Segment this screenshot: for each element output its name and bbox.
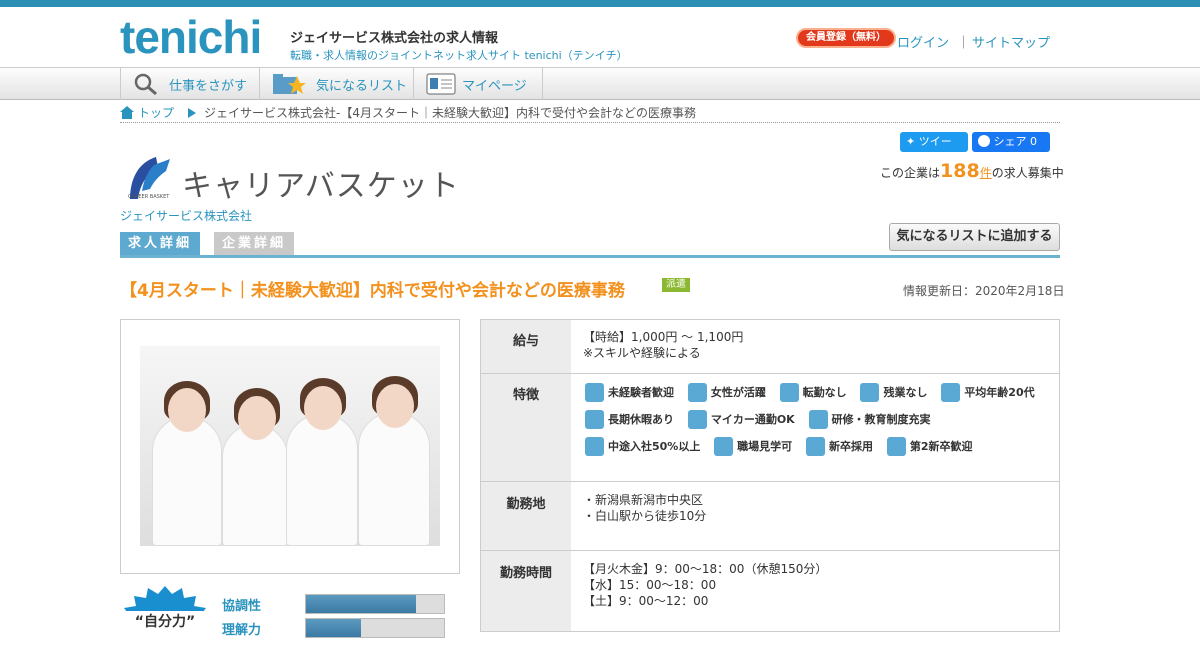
gauge-label-cooperation: 協調性 bbox=[222, 599, 262, 614]
breadcrumb-home-link[interactable]: トップ bbox=[138, 104, 174, 121]
nav-search[interactable]: 仕事をさがす bbox=[120, 68, 258, 100]
nav-mypage-label: マイページ bbox=[462, 78, 527, 94]
woman-icon bbox=[687, 383, 707, 402]
employment-type-badge: 派遣 bbox=[662, 278, 690, 292]
company-name[interactable]: ジェイサービス株式会社 bbox=[120, 207, 252, 224]
home-icon bbox=[120, 106, 134, 119]
tour-icon bbox=[714, 437, 734, 456]
nav-favorites[interactable]: 気になるリスト bbox=[259, 68, 412, 100]
job-photo-frame bbox=[120, 319, 460, 574]
site-logo[interactable]: tenichi bbox=[120, 13, 262, 61]
job-title: 【4月スタート｜未経験大歓迎】内科で受付や会計などの医療事務 bbox=[120, 281, 625, 301]
hours-line: 【水】15：00～18：00 bbox=[583, 578, 717, 592]
hours-label: 勤務時間 bbox=[481, 551, 571, 631]
gauge-label-understanding: 理解力 bbox=[222, 623, 262, 638]
beginner-icon bbox=[585, 383, 604, 402]
count-prefix: この企業は bbox=[880, 166, 941, 180]
feature-item: 研修・教育制度充実 bbox=[808, 410, 931, 429]
nav-search-label: 仕事をさがす bbox=[169, 78, 248, 94]
breadcrumb-current: ジェイサービス株式会社-【4月スタート｜未経験大歓迎】内科で受付や会計などの医療… bbox=[204, 106, 696, 120]
site-header: tenichi ジェイサービス株式会社の求人情報 転職・求人情報のジョイントネッ… bbox=[0, 7, 1200, 67]
main-nav: 仕事をさがす 気になるリスト マイページ bbox=[0, 67, 1200, 100]
nav-favorites-label: 気になるリスト bbox=[316, 78, 408, 94]
features-label: 特徴 bbox=[481, 374, 571, 481]
salary-value: 【時給】1,000円 ～ 1,100円 ※スキルや経験による bbox=[571, 320, 1059, 373]
self-power-badge: “自分力” bbox=[120, 586, 210, 646]
salary-label: 給与 bbox=[481, 320, 571, 373]
tweet-button[interactable]: ✦ ツイート bbox=[900, 132, 968, 168]
facebook-share-label: シェア 0 bbox=[993, 135, 1038, 148]
company-job-count: この企業は188件の求人募集中 bbox=[880, 160, 1064, 182]
job-photo bbox=[140, 346, 440, 546]
job-info-table: 給与 【時給】1,000円 ～ 1,100円 ※スキルや経験による 特徴 未経験… bbox=[480, 319, 1060, 632]
no-overtime-icon bbox=[860, 383, 880, 402]
gauge-cooperation bbox=[305, 594, 445, 614]
hours-row: 勤務時間 【月火木金】9：00～18：00（休憩150分） 【水】15：00～1… bbox=[481, 551, 1059, 631]
magnifier-icon bbox=[133, 72, 159, 96]
feature-item: 職場見学可 bbox=[714, 437, 792, 456]
breadcrumb-arrow-icon bbox=[188, 107, 197, 118]
facebook-share-button[interactable]: シェア 0 bbox=[972, 132, 1050, 152]
hours-line: 【土】9：00～12：00 bbox=[583, 594, 709, 608]
feature-item: 転勤なし bbox=[779, 383, 847, 402]
gauge-fill bbox=[306, 595, 417, 613]
salary-line: 【時給】1,000円 ～ 1,100円 bbox=[583, 330, 744, 344]
vacation-icon bbox=[585, 410, 604, 429]
location-line: ・新潟県新潟市中央区 bbox=[583, 493, 704, 507]
features-row: 特徴 未経験者歓迎 女性が活躍 転勤なし 残業なし 平均年齢20代 長期休暇あり… bbox=[481, 374, 1059, 482]
car-icon bbox=[687, 410, 707, 429]
twitter-icon: ✦ bbox=[906, 135, 916, 148]
new-grad-icon bbox=[806, 437, 825, 456]
tab-company-detail[interactable]: 企業詳細 bbox=[214, 232, 295, 255]
logo-small-text: CAREER BASKET bbox=[128, 194, 170, 200]
second-grad-icon bbox=[886, 437, 906, 456]
location-value: ・新潟県新潟市中央区 ・白山駅から徒歩10分 bbox=[571, 482, 1059, 550]
feature-item: 平均年齢20代 bbox=[941, 383, 1035, 402]
feature-item: 残業なし bbox=[860, 383, 927, 402]
location-line: ・白山駅から徒歩10分 bbox=[583, 509, 707, 523]
nav-mypage[interactable]: マイページ bbox=[413, 68, 543, 100]
salary-row: 給与 【時給】1,000円 ～ 1,100円 ※スキルや経験による bbox=[481, 320, 1059, 374]
location-label: 勤務地 bbox=[481, 482, 571, 550]
self-power-label: “自分力” bbox=[120, 611, 210, 631]
site-title: ジェイサービス株式会社の求人情報 bbox=[290, 31, 499, 46]
logo-text: キャリアバスケット bbox=[182, 169, 460, 204]
facebook-icon bbox=[978, 135, 990, 147]
updated-date: 情報更新日：2020年2月18日 bbox=[903, 284, 1065, 298]
id-card-icon bbox=[426, 72, 456, 96]
count-suffix: の求人募集中 bbox=[991, 166, 1064, 180]
breadcrumb: トップ ジェイサービス株式会社-【4月スタート｜未経験大歓迎】内科で受付や会計な… bbox=[120, 103, 1060, 123]
company-logo: CAREER BASKET キャリアバスケット bbox=[120, 155, 459, 205]
location-row: 勤務地 ・新潟県新潟市中央区 ・白山駅から徒歩10分 bbox=[481, 482, 1059, 551]
folder-star-icon bbox=[272, 72, 306, 96]
sitemap-link[interactable]: サイトマップ bbox=[972, 32, 1050, 51]
salary-note: ※スキルや経験による bbox=[583, 346, 701, 360]
tab-job-detail[interactable]: 求人詳細 bbox=[120, 232, 201, 255]
training-icon bbox=[808, 410, 828, 429]
age-20s-icon bbox=[941, 383, 961, 402]
feature-item: 中途入社50%以上 bbox=[585, 437, 700, 456]
feature-item: 未経験者歓迎 bbox=[585, 383, 674, 402]
register-button[interactable]: 会員登録（無料） bbox=[796, 28, 896, 48]
site-subtitle: 転職・求人情報のジョイントネット求人サイト tenichi（テンイチ） bbox=[290, 49, 628, 62]
tab-underline bbox=[120, 255, 1060, 258]
hours-value: 【月火木金】9：00～18：00（休憩150分） 【水】15：00～18：00 … bbox=[571, 551, 1059, 631]
add-to-favorites-button[interactable]: 気になるリストに追加する bbox=[889, 223, 1060, 251]
feature-item: マイカー通勤OK bbox=[687, 410, 795, 429]
count-number[interactable]: 188 bbox=[940, 160, 980, 182]
gauge-fill bbox=[306, 619, 362, 637]
midcareer-icon bbox=[585, 437, 604, 456]
feature-item: 新卒採用 bbox=[806, 437, 873, 456]
login-link[interactable]: ログイン bbox=[897, 32, 949, 51]
feature-item: 女性が活躍 bbox=[687, 383, 766, 402]
feature-item: 第2新卒歓迎 bbox=[886, 437, 972, 456]
features-list: 未経験者歓迎 女性が活躍 転勤なし 残業なし 平均年齢20代 長期休暇あり マイ… bbox=[571, 374, 1059, 481]
header-separator: ｜ bbox=[957, 36, 971, 51]
feature-item: 長期休暇あり bbox=[585, 410, 674, 429]
top-accent-bar bbox=[0, 0, 1200, 7]
gauge-understanding bbox=[305, 618, 445, 638]
count-unit[interactable]: 件 bbox=[980, 166, 992, 180]
no-transfer-icon bbox=[779, 383, 799, 402]
hours-line: 【月火木金】9：00～18：00（休憩150分） bbox=[583, 562, 828, 576]
